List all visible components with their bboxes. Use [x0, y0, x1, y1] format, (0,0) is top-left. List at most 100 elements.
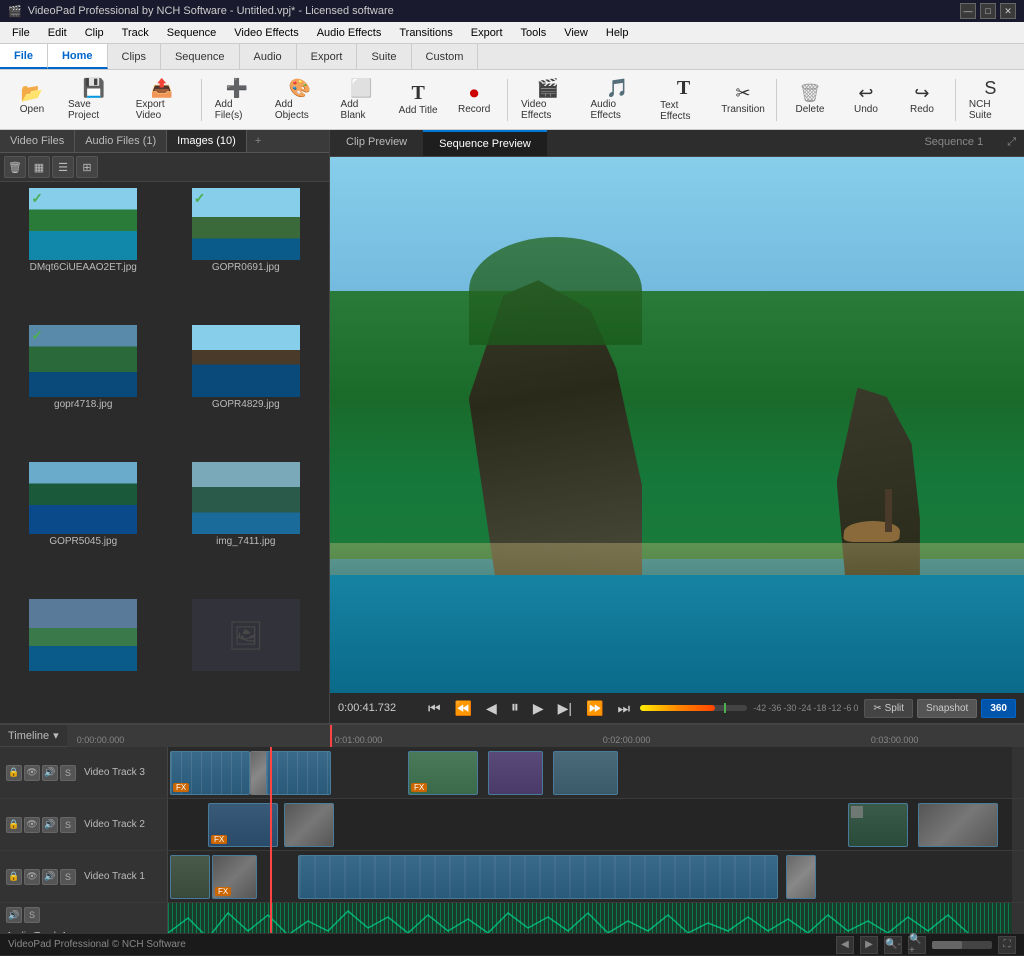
clip[interactable] — [298, 855, 778, 899]
add-files-button[interactable]: ➕ Add File(s) — [209, 74, 265, 126]
add-tab-button[interactable]: + — [247, 130, 269, 152]
list-item[interactable]: ✓ GOPR0691.jpg — [167, 186, 326, 319]
add-title-button[interactable]: T Add Title — [392, 74, 444, 126]
open-button[interactable]: 📂 Open — [6, 74, 58, 126]
prev-frame-button[interactable]: ⏪ — [451, 698, 476, 719]
status-nav-left[interactable]: ◀ — [836, 936, 854, 954]
file-tab-audio[interactable]: Audio Files (1) — [75, 130, 167, 152]
file-tab-images[interactable]: Images (10) — [167, 130, 247, 152]
step-fwd-button[interactable]: ▶| — [554, 698, 576, 719]
tab-export[interactable]: Export — [297, 44, 358, 69]
split-button[interactable]: ✂ Split — [864, 699, 913, 718]
tab-file[interactable]: File — [0, 44, 48, 69]
clip[interactable] — [553, 751, 618, 795]
timeline-label[interactable]: Timeline ▾ — [0, 729, 67, 742]
file-tab-video[interactable]: Video Files — [0, 130, 75, 152]
minimize-button[interactable]: — — [960, 3, 976, 19]
tab-sequence[interactable]: Sequence — [161, 44, 240, 69]
360-button[interactable]: 360 — [981, 699, 1016, 718]
track-mute-button[interactable]: 🔊 — [42, 765, 58, 781]
status-zoom-in[interactable]: 🔍+ — [908, 936, 926, 954]
track-scrollbar[interactable] — [1012, 799, 1024, 850]
close-button[interactable]: ✕ — [1000, 3, 1016, 19]
play-button[interactable]: ▶ — [529, 698, 548, 719]
delete-file-button[interactable]: 🗑 — [4, 156, 26, 178]
list-item[interactable]: GOPR5045.jpg — [4, 460, 163, 593]
undo-button[interactable]: ↩ Undo — [840, 74, 892, 126]
clip[interactable] — [918, 803, 998, 847]
menu-track[interactable]: Track — [114, 25, 157, 41]
pause-button[interactable]: ⏸ — [507, 697, 523, 719]
video-effects-button[interactable]: 🎬 Video Effects — [515, 74, 580, 126]
track-scrollbar[interactable] — [1012, 851, 1024, 902]
transition-button[interactable]: ✂ Transition — [717, 74, 769, 126]
tab-home[interactable]: Home — [48, 44, 108, 69]
tab-suite[interactable]: Suite — [357, 44, 411, 69]
redo-button[interactable]: ↪ Redo — [896, 74, 948, 126]
track-eye-button[interactable]: 👁 — [24, 869, 40, 885]
zoom-slider[interactable] — [932, 941, 992, 949]
snapshot-button[interactable]: Snapshot — [917, 699, 977, 718]
list-item[interactable] — [4, 597, 163, 719]
audio-scrollbar[interactable] — [1012, 903, 1024, 933]
clip[interactable]: FX — [208, 803, 278, 847]
menu-clip[interactable]: Clip — [77, 25, 112, 41]
menu-tools[interactable]: Tools — [513, 25, 555, 41]
track-lock-button[interactable]: 🔒 — [6, 869, 22, 885]
delete-button[interactable]: 🗑 Delete — [784, 74, 836, 126]
tab-clip-preview[interactable]: Clip Preview — [330, 130, 423, 156]
track-mute-button[interactable]: 🔊 — [42, 817, 58, 833]
audio-waveform[interactable]: FX — [168, 903, 1012, 933]
clip[interactable]: FX — [170, 751, 250, 795]
track-scrollbar[interactable] — [1012, 747, 1024, 798]
menu-file[interactable]: File — [4, 25, 38, 41]
audio-solo-button[interactable]: S — [24, 907, 40, 923]
clip[interactable]: FX — [408, 751, 478, 795]
list-item[interactable]: 🖼 — [167, 597, 326, 719]
menu-view[interactable]: View — [556, 25, 596, 41]
nch-suite-button[interactable]: S NCH Suite — [963, 74, 1018, 126]
record-button[interactable]: ⏺ Record — [448, 74, 500, 126]
rewind-button[interactable]: ⏮ — [424, 698, 445, 719]
menu-help[interactable]: Help — [598, 25, 637, 41]
track-content-video1[interactable]: FX — [168, 851, 1012, 902]
track-eye-button[interactable]: 👁 — [24, 765, 40, 781]
track-mute-button[interactable]: 🔊 — [42, 869, 58, 885]
grid-view-button[interactable]: ▦ — [28, 156, 50, 178]
clip[interactable] — [266, 751, 331, 795]
menu-audio-effects[interactable]: Audio Effects — [309, 25, 390, 41]
tab-audio[interactable]: Audio — [240, 44, 297, 69]
add-blank-button[interactable]: ⬜ Add Blank — [335, 74, 389, 126]
menu-video-effects[interactable]: Video Effects — [226, 25, 306, 41]
text-effects-button[interactable]: T Text Effects — [654, 74, 713, 126]
next-frame-button[interactable]: ⏩ — [582, 698, 607, 719]
track-lock-button[interactable]: 🔒 — [6, 817, 22, 833]
track-lock-button[interactable]: 🔒 — [6, 765, 22, 781]
maximize-button[interactable]: □ — [980, 3, 996, 19]
list-item[interactable]: GOPR4829.jpg — [167, 323, 326, 456]
list-item[interactable]: ✓ DMqt6CiUEAAO2ET.jpg — [4, 186, 163, 319]
export-video-button[interactable]: 📤 Export Video — [130, 74, 194, 126]
track-content-video2[interactable]: FX — [168, 799, 1012, 850]
menu-sequence[interactable]: Sequence — [159, 25, 225, 41]
track-solo-button[interactable]: S — [60, 869, 76, 885]
track-content-video3[interactable]: FX FX — [168, 747, 1012, 798]
add-objects-button[interactable]: 🎨 Add Objects — [269, 74, 331, 126]
step-back-button[interactable]: ◀ — [482, 698, 501, 719]
save-project-button[interactable]: 💾 Save Project — [62, 74, 126, 126]
list-item[interactable]: img_7411.jpg — [167, 460, 326, 593]
status-zoom-out[interactable]: 🔍- — [884, 936, 902, 954]
list-item[interactable]: ✓ gopr4718.jpg — [4, 323, 163, 456]
fast-fwd-button[interactable]: ⏭ — [613, 698, 634, 719]
tab-sequence-preview[interactable]: Sequence Preview — [423, 130, 547, 156]
menu-export[interactable]: Export — [463, 25, 511, 41]
menu-edit[interactable]: Edit — [40, 25, 75, 41]
clip[interactable] — [848, 803, 908, 847]
menu-transitions[interactable]: Transitions — [391, 25, 460, 41]
clip[interactable] — [488, 751, 543, 795]
expand-preview-button[interactable]: ⤢ — [999, 130, 1024, 156]
clip[interactable] — [786, 855, 816, 899]
status-fullscreen[interactable]: ⛶ — [998, 936, 1016, 954]
clip[interactable]: FX — [212, 855, 257, 899]
clip[interactable] — [170, 855, 210, 899]
